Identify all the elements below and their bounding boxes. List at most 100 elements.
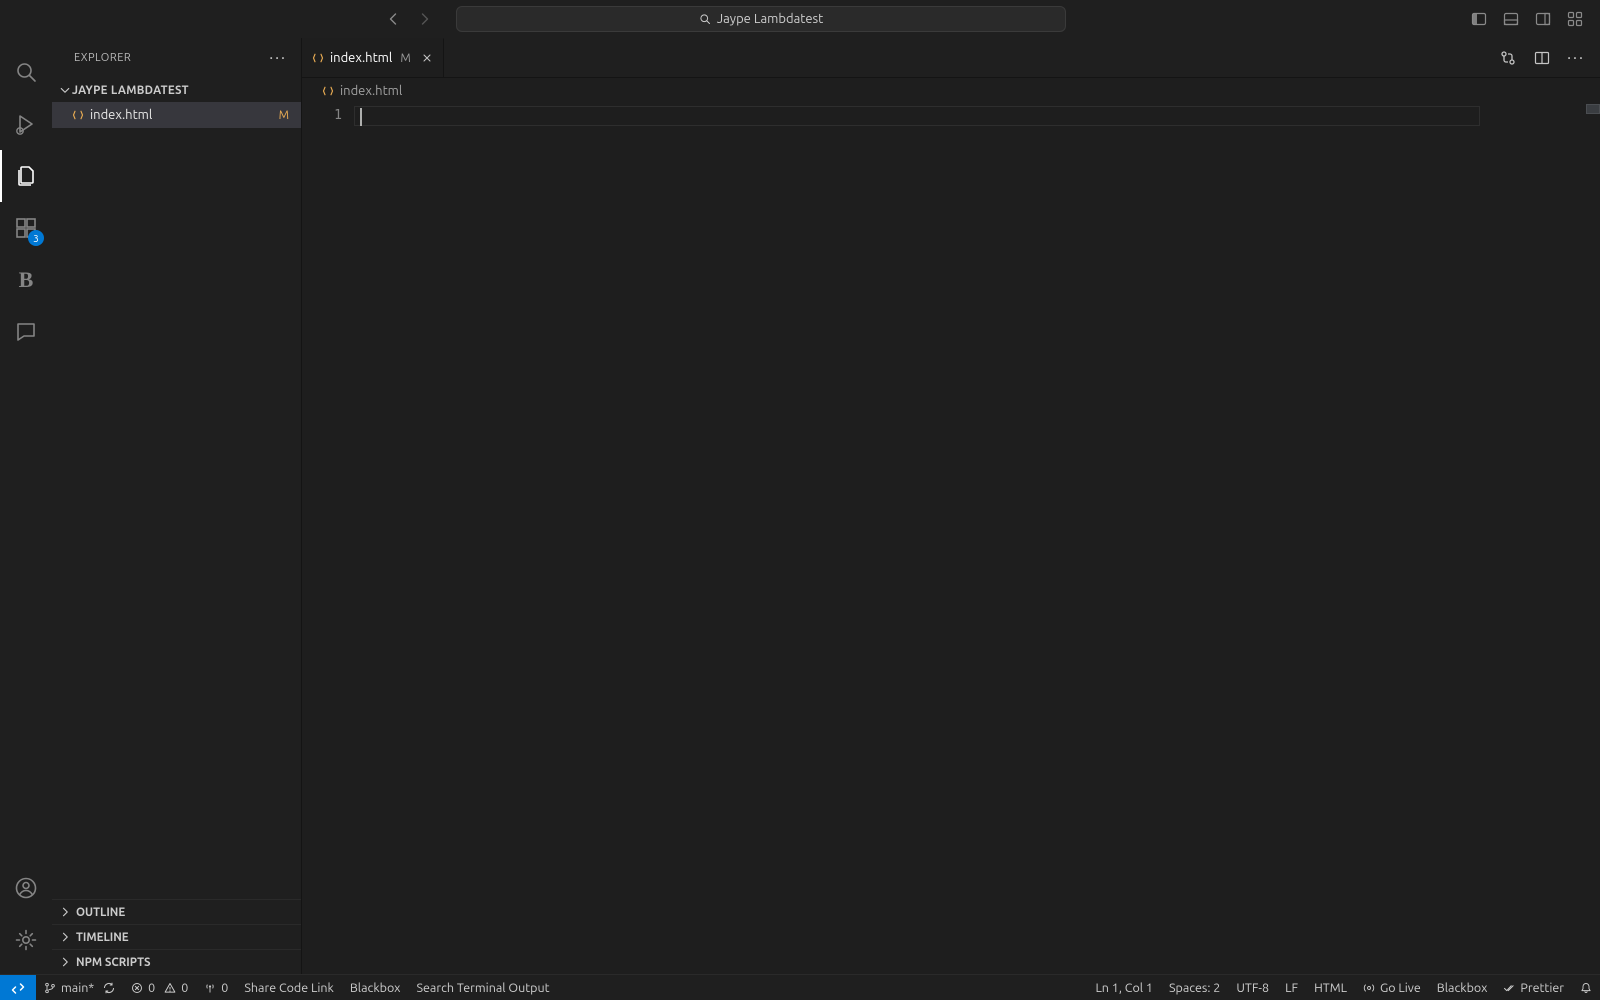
status-go-live[interactable]: Go Live — [1355, 975, 1429, 1000]
bell-icon — [1580, 982, 1592, 994]
status-blackbox-right[interactable]: Blackbox — [1429, 975, 1496, 1000]
toggle-secondary-sidebar-button[interactable] — [1530, 6, 1556, 32]
chevron-down-icon — [58, 84, 72, 96]
warning-count: 0 — [181, 981, 188, 995]
minimap-slider[interactable] — [1586, 104, 1600, 114]
sidebar-title: EXPLORER — [74, 52, 131, 64]
html-file-icon — [72, 109, 84, 121]
status-label: UTF-8 — [1236, 981, 1269, 995]
html-file-icon — [312, 52, 324, 64]
file-modified-badge: M — [279, 109, 289, 122]
customize-layout-button[interactable] — [1562, 6, 1588, 32]
layout-panel-icon — [1503, 11, 1519, 27]
status-share-code[interactable]: Share Code Link — [236, 975, 342, 1000]
toggle-panel-button[interactable] — [1498, 6, 1524, 32]
activity-search[interactable] — [0, 46, 52, 98]
nav-forward-button[interactable] — [412, 6, 438, 32]
search-icon — [14, 60, 38, 84]
status-eol[interactable]: LF — [1277, 975, 1306, 1000]
activity-accounts[interactable] — [0, 862, 52, 914]
letter-b-icon: B — [19, 267, 34, 293]
activity-settings[interactable] — [0, 914, 52, 966]
activity-run-debug[interactable] — [0, 98, 52, 150]
current-line-highlight — [354, 106, 1480, 126]
section-label: TIMELINE — [76, 931, 129, 944]
folder-header[interactable]: JAYPE LAMBDATEST — [52, 78, 301, 102]
status-prettier[interactable]: Prettier — [1495, 975, 1572, 1000]
activity-bar: 3 B — [0, 38, 52, 974]
warning-icon — [164, 982, 176, 994]
status-branch[interactable]: main* — [36, 975, 123, 1000]
layout-sidebar-left-icon — [1471, 11, 1487, 27]
branch-name: main* — [61, 981, 94, 995]
toggle-primary-sidebar-button[interactable] — [1466, 6, 1492, 32]
editor-body[interactable]: 1 — [302, 104, 1600, 974]
status-label: Blackbox — [350, 981, 401, 995]
sync-icon — [103, 982, 115, 994]
status-spaces[interactable]: Spaces: 2 — [1161, 975, 1228, 1000]
arrow-left-icon — [385, 11, 401, 27]
status-label: Ln 1, Col 1 — [1095, 981, 1153, 995]
activity-chat[interactable] — [0, 306, 52, 358]
status-problems[interactable]: 0 0 — [123, 975, 196, 1000]
tab-bar: index.html M ··· — [302, 38, 1600, 78]
command-center[interactable]: Jaype Lambdatest — [456, 6, 1066, 32]
split-horizontal-icon — [1534, 50, 1550, 66]
sidebar-section-npm[interactable]: NPM SCRIPTS — [52, 949, 301, 974]
run-debug-icon — [14, 112, 38, 136]
editor-more-button[interactable]: ··· — [1562, 44, 1590, 72]
check-all-icon — [1503, 982, 1515, 994]
layout-grid-icon — [1567, 11, 1583, 27]
titlebar: Jaype Lambdatest — [0, 0, 1600, 38]
search-icon — [699, 13, 711, 25]
folder-name: JAYPE LAMBDATEST — [72, 84, 189, 97]
line-number: 1 — [302, 108, 342, 123]
account-icon — [14, 876, 38, 900]
sidebar-section-outline[interactable]: OUTLINE — [52, 899, 301, 924]
status-language[interactable]: HTML — [1306, 975, 1355, 1000]
status-label: Blackbox — [1437, 981, 1488, 995]
nav-back-button[interactable] — [380, 6, 406, 32]
ellipsis-icon: ··· — [1567, 49, 1585, 67]
editor-gutter: 1 — [302, 104, 360, 974]
status-label: LF — [1285, 981, 1298, 995]
activity-explorer[interactable] — [0, 150, 52, 202]
status-label: Go Live — [1380, 981, 1421, 995]
breadcrumb[interactable]: index.html — [302, 78, 1600, 104]
status-ports[interactable]: 0 — [196, 975, 236, 1000]
activity-extensions[interactable]: 3 — [0, 202, 52, 254]
activity-bold-b[interactable]: B — [0, 254, 52, 306]
tab-close-button[interactable] — [421, 52, 433, 64]
git-compare-icon — [1500, 50, 1516, 66]
status-label: Search Terminal Output — [416, 981, 549, 995]
compare-changes-button[interactable] — [1494, 44, 1522, 72]
remote-icon — [10, 980, 26, 996]
file-row-index-html[interactable]: index.html M — [52, 102, 301, 128]
chevron-right-icon — [58, 906, 72, 918]
tab-index-html[interactable]: index.html M — [302, 38, 444, 77]
status-remote-button[interactable] — [0, 975, 36, 1000]
editor-content[interactable] — [360, 104, 1600, 974]
status-notifications[interactable] — [1572, 975, 1600, 1000]
status-bar: main* 0 0 0 Share Code Link Blackbox Sea… — [0, 974, 1600, 1000]
comment-icon — [14, 320, 38, 344]
section-label: NPM SCRIPTS — [76, 956, 151, 969]
status-search-terminal[interactable]: Search Terminal Output — [408, 975, 557, 1000]
sidebar-more-button[interactable]: ··· — [269, 49, 287, 67]
status-blackbox-left[interactable]: Blackbox — [342, 975, 409, 1000]
sidebar-section-timeline[interactable]: TIMELINE — [52, 924, 301, 949]
chevron-right-icon — [58, 956, 72, 968]
extensions-badge: 3 — [28, 230, 44, 246]
command-center-label: Jaype Lambdatest — [717, 12, 824, 26]
sidebar: EXPLORER ··· JAYPE LAMBDATEST index.html… — [52, 38, 302, 974]
status-ln-col[interactable]: Ln 1, Col 1 — [1087, 975, 1161, 1000]
main-layout: 3 B EXPLORER ··· JAYPE LAMBDATEST — [0, 38, 1600, 974]
gear-icon — [14, 928, 38, 952]
split-editor-button[interactable] — [1528, 44, 1556, 72]
arrow-right-icon — [417, 11, 433, 27]
git-branch-icon — [44, 982, 56, 994]
section-label: OUTLINE — [76, 906, 125, 919]
layout-sidebar-right-icon — [1535, 11, 1551, 27]
status-encoding[interactable]: UTF-8 — [1228, 975, 1277, 1000]
editor-cursor — [360, 108, 362, 126]
